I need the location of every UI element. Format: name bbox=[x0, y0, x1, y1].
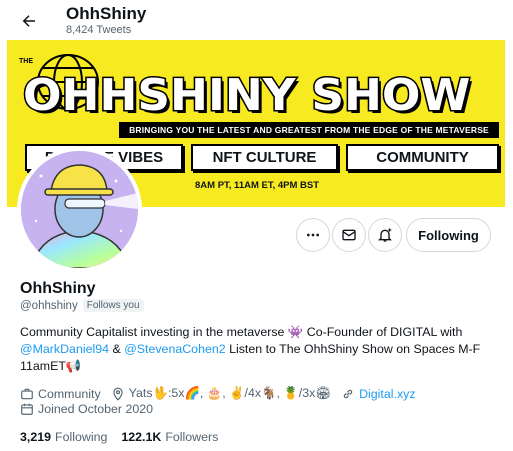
followers-count: 122.1K bbox=[121, 430, 162, 444]
bio-text: Community Capitalist investing in the me… bbox=[20, 325, 463, 339]
location-label: Yats🖖:5x🌈, 🎂, ✌️/4x🐐, 🍍/3x🏟 bbox=[128, 386, 332, 400]
envelope-icon bbox=[342, 229, 356, 241]
location-item: Yats🖖:5x🌈, 🎂, ✌️/4x🐐, 🍍/3x🏟 bbox=[111, 386, 331, 401]
calendar-icon bbox=[21, 403, 33, 415]
more-button[interactable] bbox=[296, 218, 330, 252]
bio-text: & bbox=[109, 342, 125, 356]
display-name: OhhShiny bbox=[20, 280, 96, 297]
mention-link[interactable]: @MarkDaniel94 bbox=[20, 342, 109, 356]
category-label: Community bbox=[38, 386, 101, 401]
notifications-button[interactable] bbox=[368, 218, 402, 252]
banner-title: OHHSHINY SHOW bbox=[21, 70, 472, 121]
profile-meta: Community Yats🖖:5x🌈, 🎂, ✌️/4x🐐, 🍍/3x🏟 Di… bbox=[20, 386, 426, 401]
category-item: Community bbox=[20, 387, 101, 401]
message-button[interactable] bbox=[332, 218, 366, 252]
banner-pill-community: COMMUNITY bbox=[346, 144, 499, 171]
header-title: OhhShiny bbox=[66, 4, 147, 23]
following-button[interactable]: Following bbox=[406, 218, 491, 252]
joined-label: Joined October 2020 bbox=[38, 402, 154, 416]
handle-row: @ohhshiny Follows you bbox=[20, 299, 144, 312]
followers-label: Followers bbox=[165, 430, 219, 444]
arrow-left-icon bbox=[22, 15, 35, 27]
profile-header: OhhShiny 8,424 Tweets bbox=[0, 0, 513, 40]
link-icon bbox=[343, 389, 353, 398]
back-button[interactable] bbox=[16, 8, 42, 34]
bio: Community Capitalist investing in the me… bbox=[20, 324, 500, 375]
tweet-count: 8,424 Tweets bbox=[66, 24, 132, 36]
briefcase-icon bbox=[21, 388, 33, 399]
banner-kicker: THE bbox=[19, 58, 33, 65]
follow-stats: 3,219 Following 122.1K Followers bbox=[20, 430, 218, 444]
following-stat[interactable]: 3,219 Following bbox=[20, 430, 107, 444]
follows-you-badge: Follows you bbox=[82, 299, 144, 312]
bell-plus-icon bbox=[378, 228, 392, 242]
ellipsis-icon bbox=[307, 233, 319, 237]
avatar-illustration bbox=[21, 151, 138, 268]
bio-text: Listen to The OhhShiny Show on Spaces M-… bbox=[225, 342, 481, 356]
banner-times: 8AM PT, 11AM ET, 4PM BST bbox=[195, 180, 320, 191]
handle: @ohhshiny bbox=[20, 299, 78, 312]
following-label: Following bbox=[55, 430, 108, 444]
mention-link[interactable]: @StevenaCohen2 bbox=[124, 342, 225, 356]
banner-tagline: BRINGING YOU THE LATEST AND GREATEST FRO… bbox=[119, 122, 499, 138]
website-item[interactable]: Digital.xyz bbox=[341, 387, 416, 401]
location-pin-icon bbox=[112, 387, 123, 401]
banner-pill-nft: NFT CULTURE bbox=[191, 144, 338, 171]
followers-stat[interactable]: 122.1K Followers bbox=[121, 430, 218, 444]
profile-meta-joined: Joined October 2020 bbox=[20, 402, 163, 416]
following-count: 3,219 bbox=[20, 430, 52, 444]
joined-item: Joined October 2020 bbox=[20, 402, 153, 416]
bio-text: 11amET📢 bbox=[20, 359, 82, 373]
avatar[interactable] bbox=[17, 147, 142, 272]
website-link[interactable]: Digital.xyz bbox=[359, 387, 415, 401]
